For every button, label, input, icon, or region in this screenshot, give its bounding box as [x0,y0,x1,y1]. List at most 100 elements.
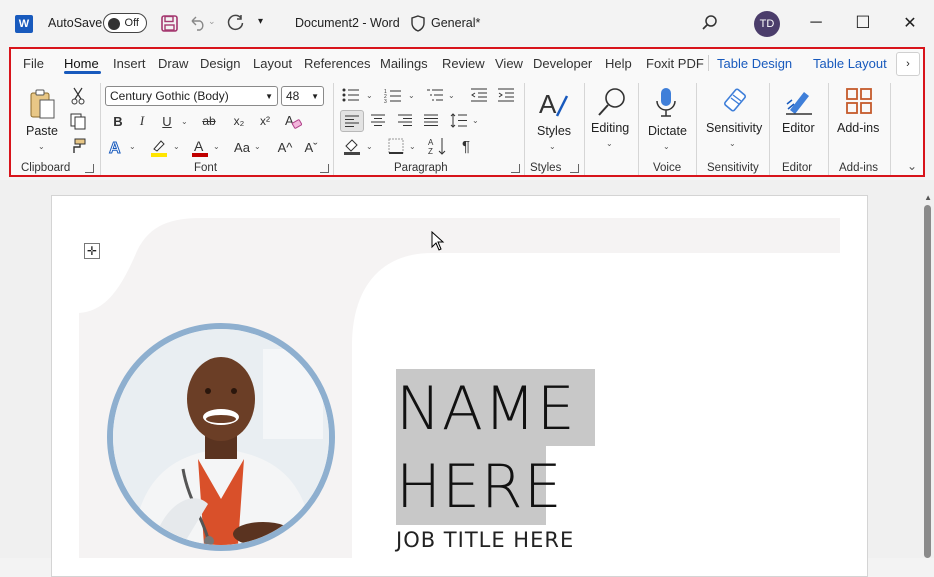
tab-file[interactable]: File [23,56,44,71]
search-icon[interactable] [700,13,720,33]
bullets-dropdown-icon[interactable]: ⌄ [366,91,373,100]
find-icon[interactable] [595,85,629,119]
highlight-dropdown-icon[interactable]: ⌄ [173,142,180,151]
tab-references[interactable]: References [304,56,370,71]
tab-mailings[interactable]: Mailings [380,56,428,71]
tab-draw[interactable]: Draw [158,56,188,71]
tab-developer[interactable]: Developer [533,56,592,71]
tab-layout[interactable]: Layout [253,56,292,71]
save-icon[interactable] [160,14,178,32]
job-title[interactable]: JOB TITLE HERE [396,528,574,552]
change-case-dropdown-icon[interactable]: ⌄ [254,142,261,151]
justify-button[interactable] [420,110,442,130]
subscript-button[interactable]: x₂ [230,112,248,130]
decrease-indent-icon[interactable] [469,86,489,104]
borders-dropdown-icon[interactable]: ⌄ [409,142,416,151]
add-ins-icon[interactable] [845,87,873,115]
dictate-dropdown-icon[interactable]: ⌄ [663,142,670,151]
font-color-dropdown-icon[interactable]: ⌄ [213,142,220,151]
bold-button[interactable]: B [110,112,126,130]
styles-dropdown-icon[interactable]: ⌄ [549,142,556,151]
autosave-toggle[interactable]: Off [103,13,147,33]
customize-toolbar-icon[interactable]: ▾ [258,16,263,27]
paste-label[interactable]: Paste [26,124,58,138]
paste-dropdown-icon[interactable]: ⌄ [38,142,45,151]
minimize-button[interactable]: ─ [805,12,827,34]
line-spacing-icon[interactable] [448,110,470,130]
microphone-icon[interactable] [653,85,679,119]
text-effects-icon[interactable]: A [108,137,126,157]
scroll-up-icon[interactable]: ▲ [924,193,932,202]
sensitivity-button-label[interactable]: Sensitivity [706,121,762,135]
shading-icon[interactable] [342,136,362,156]
show-formatting-icon[interactable]: ¶ [457,136,475,156]
editor-icon[interactable] [783,85,815,117]
tab-view[interactable]: View [495,56,523,71]
tab-insert[interactable]: Insert [113,56,146,71]
styles-icon[interactable]: A [536,87,570,121]
tab-review[interactable]: Review [442,56,485,71]
font-size-select[interactable]: 48 ▼ [281,86,324,106]
numbering-icon[interactable]: 123 [383,86,403,104]
align-right-button[interactable] [394,110,416,130]
name-line-1[interactable]: NAME [396,374,576,444]
add-ins-label[interactable]: Add-ins [837,121,879,135]
increase-indent-icon[interactable] [496,86,516,104]
superscript-button[interactable]: x² [256,112,274,130]
editing-dropdown-icon[interactable]: ⌄ [606,139,613,148]
collapse-ribbon-icon[interactable]: ⌄ [907,159,917,173]
close-button[interactable]: ✕ [899,12,921,34]
undo-dropdown-icon[interactable]: ⌄ [208,16,216,27]
editing-label[interactable]: Editing [591,121,629,135]
tab-design[interactable]: Design [200,56,240,71]
styles-label[interactable]: Styles [537,124,571,138]
tab-foxit-pdf[interactable]: Foxit PDF [646,56,704,71]
grow-font-button[interactable]: A^ [275,138,295,156]
borders-icon[interactable] [386,136,406,156]
editor-label[interactable]: Editor [782,121,815,135]
strikethrough-button[interactable]: ab [199,112,219,130]
align-left-button[interactable] [340,110,364,132]
shading-dropdown-icon[interactable]: ⌄ [366,142,373,151]
text-effects-dropdown-icon[interactable]: ⌄ [129,142,136,151]
table-move-handle-icon[interactable]: ✛ [84,243,100,259]
shield-icon[interactable] [410,14,426,32]
bullets-icon[interactable] [341,86,361,104]
font-launcher-icon[interactable] [320,164,329,173]
change-case-button[interactable]: Aa [231,138,253,156]
tab-table-layout[interactable]: Table Layout [813,56,887,71]
paste-icon[interactable] [27,87,59,121]
redo-icon[interactable] [227,14,245,32]
multilevel-list-icon[interactable] [425,86,445,104]
italic-button[interactable]: I [134,112,150,130]
numbering-dropdown-icon[interactable]: ⌄ [408,91,415,100]
maximize-button[interactable]: ☐ [852,12,874,34]
clear-formatting-icon[interactable]: A [283,112,303,130]
underline-button[interactable]: U [159,112,175,130]
sensitivity-label[interactable]: General* [431,16,480,30]
sensitivity-icon[interactable] [720,85,752,117]
styles-launcher-icon[interactable] [570,164,579,173]
line-spacing-dropdown-icon[interactable]: ⌄ [472,116,479,125]
undo-icon[interactable] [189,14,207,32]
sensitivity-dropdown-icon[interactable]: ⌄ [729,139,736,148]
tab-help[interactable]: Help [605,56,632,71]
dictate-label[interactable]: Dictate [648,124,687,138]
font-family-select[interactable]: Century Gothic (Body) ▼ [105,86,278,106]
name-line-2[interactable]: HERE [396,452,563,522]
tabs-scroll-right-button[interactable]: › [896,52,920,76]
align-center-button[interactable] [367,110,389,130]
font-color-icon[interactable]: A [191,137,209,157]
sort-icon[interactable]: AZ [427,136,449,156]
copy-icon[interactable] [69,112,87,130]
tab-table-design[interactable]: Table Design [717,56,792,71]
scrollbar-thumb[interactable] [924,205,931,558]
tab-home[interactable]: Home [64,56,99,71]
multilevel-dropdown-icon[interactable]: ⌄ [448,91,455,100]
clipboard-launcher-icon[interactable] [85,164,94,173]
profile-photo[interactable] [107,323,335,551]
paragraph-launcher-icon[interactable] [511,164,520,173]
shrink-font-button[interactable]: Aˇ [301,138,321,156]
highlight-color-icon[interactable] [150,137,168,157]
format-painter-icon[interactable] [69,137,87,155]
